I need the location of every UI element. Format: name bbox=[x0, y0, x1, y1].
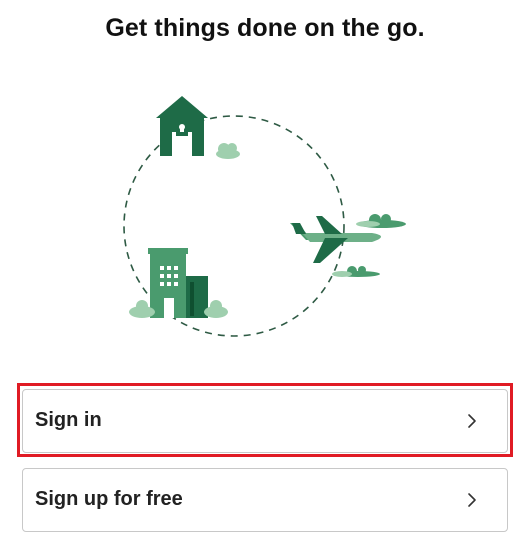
sign-in-label: Sign in bbox=[35, 409, 102, 431]
chevron-right-icon bbox=[468, 414, 476, 428]
chevron-right-icon bbox=[468, 493, 476, 507]
headline: Get things done on the go. bbox=[105, 14, 425, 42]
sign-up-button[interactable]: Sign up for free bbox=[22, 468, 508, 532]
onboarding-screen: Get things done on the go. Sign in Sign … bbox=[0, 0, 530, 554]
sign-in-button[interactable]: Sign in bbox=[22, 389, 508, 453]
office-building-icon bbox=[129, 248, 228, 318]
house-icon bbox=[146, 96, 240, 159]
sign-up-label: Sign up for free bbox=[35, 488, 183, 510]
airplane-icon bbox=[290, 214, 406, 277]
travel-loop-illustration bbox=[123, 96, 406, 337]
